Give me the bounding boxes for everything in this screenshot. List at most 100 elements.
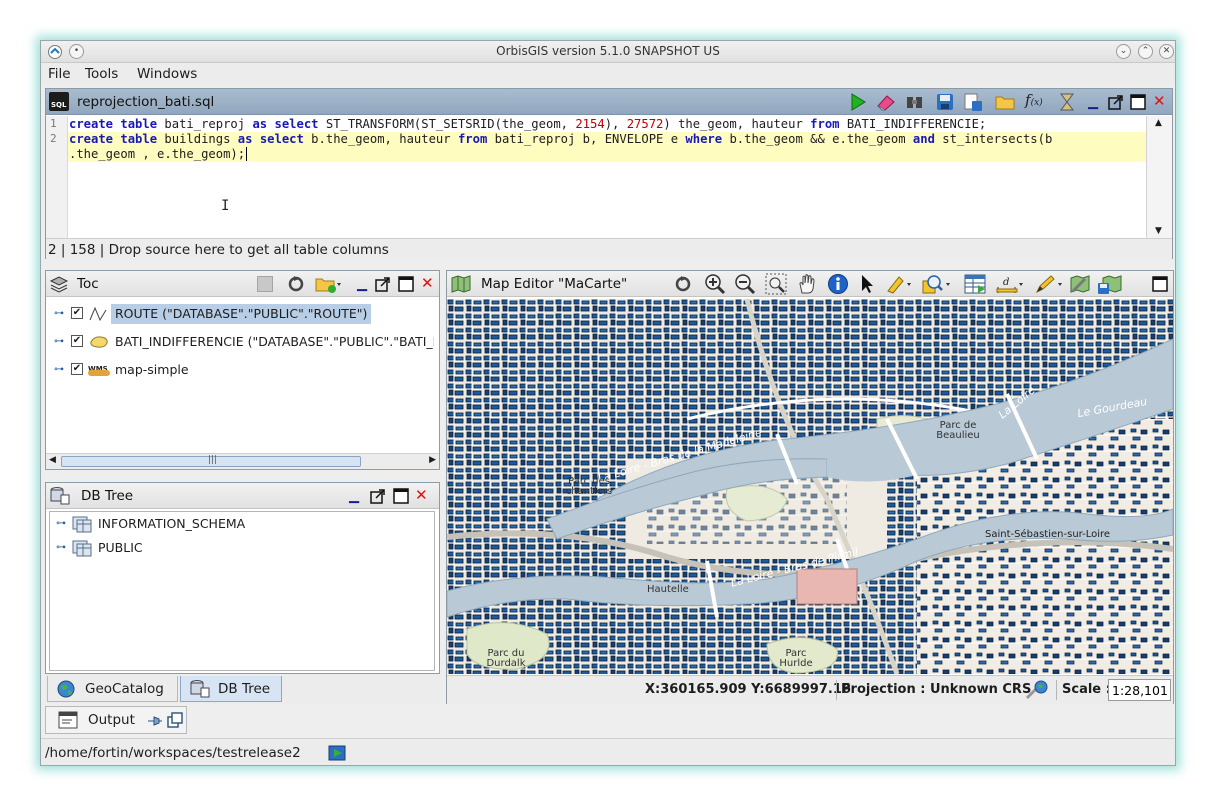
- pan-hand-icon[interactable]: [796, 273, 818, 295]
- db-tree-title: DB Tree: [81, 488, 134, 504]
- layer-label: ROUTE ("DATABASE"."PUBLIC"."ROUTE"): [111, 304, 372, 324]
- layer-visibility-checkbox[interactable]: ✔: [71, 363, 83, 375]
- tree-expand-icon[interactable]: ⊶: [54, 360, 64, 380]
- tab-output[interactable]: Output: [45, 706, 187, 734]
- close-panel-icon[interactable]: ✕: [415, 486, 428, 504]
- tab-geocatalog[interactable]: GeoCatalog: [47, 676, 178, 702]
- maximize-panel-icon[interactable]: [393, 488, 409, 504]
- toc-layer-map-simple[interactable]: ⊶ ✔ WMS map-simple: [54, 360, 434, 380]
- toc-horizontal-scrollbar[interactable]: ◀ ||| ▶: [46, 453, 439, 469]
- map-editor-panel: Map Editor "MaCarte" d La Loire - Bras d…: [446, 270, 1174, 704]
- toc-title: Toc: [77, 276, 99, 292]
- map-svg: [447, 299, 1173, 674]
- map-scale-label: Scale :: [1062, 682, 1111, 697]
- toc-layer-bati[interactable]: ⊶ ✔ BATI_INDIFFERENCIE ("DATABASE"."PUBL…: [54, 332, 434, 352]
- menu-file[interactable]: File: [48, 66, 71, 82]
- map-label: Parc de Beaulieu: [936, 420, 980, 441]
- db-schema-label: PUBLIC: [98, 540, 143, 555]
- refresh-icon[interactable]: [286, 275, 306, 293]
- tree-expand-icon[interactable]: ⊶: [56, 538, 66, 558]
- eraser-icon[interactable]: [875, 92, 897, 112]
- close-button[interactable]: ✕: [1159, 44, 1174, 59]
- minimize-panel-icon[interactable]: ▁: [349, 489, 359, 504]
- maximize-panel-icon[interactable]: [398, 276, 414, 292]
- tree-expand-icon[interactable]: ⊶: [54, 304, 64, 324]
- layer-visibility-checkbox[interactable]: ✔: [71, 307, 83, 319]
- close-panel-icon[interactable]: ✕: [421, 274, 434, 292]
- toc-layer-route[interactable]: ⊶ ✔ ROUTE ("DATABASE"."PUBLIC"."ROUTE"): [54, 304, 434, 324]
- map-label: Saint-Sébastien-sur-Loire: [985, 529, 1111, 540]
- minimize-button[interactable]: ⌄: [1116, 44, 1131, 59]
- zoom-out-icon[interactable]: [734, 273, 756, 295]
- layer-visibility-checkbox[interactable]: ✔: [71, 335, 83, 347]
- editor-vertical-scrollbar[interactable]: ▲ ▼: [1146, 116, 1172, 238]
- zoom-in-icon[interactable]: [704, 273, 726, 295]
- attribute-table-icon[interactable]: [963, 273, 987, 295]
- tree-expand-icon[interactable]: ⊶: [56, 514, 66, 534]
- tab-geocatalog-label: GeoCatalog: [85, 681, 164, 697]
- sql-file-icon: SQL: [49, 92, 69, 111]
- code-line: create table bati_reproj as select ST_TR…: [69, 117, 987, 131]
- open-folder-icon[interactable]: [994, 92, 1016, 112]
- maximize-button[interactable]: ⌃: [1138, 44, 1153, 59]
- change-workspace-icon[interactable]: [328, 744, 348, 762]
- save-as-icon[interactable]: [962, 92, 984, 112]
- info-icon[interactable]: [827, 273, 849, 295]
- tree-expand-icon[interactable]: ⊶: [54, 332, 64, 352]
- menu-bar: File Tools Windows: [41, 63, 1175, 85]
- wms-badge: WMS: [88, 365, 108, 373]
- map-status-bar: X:360165.909 Y:6689997.16 Projection : U…: [447, 675, 1173, 704]
- refresh-icon[interactable]: [673, 275, 693, 293]
- sql-editor-panel: SQL reprojection_bati.sql f(x) ▁ ✕ 1 2 c…: [45, 88, 1173, 260]
- undock-icon[interactable]: [375, 276, 391, 292]
- map-projection: Projection : Unknown CRS: [841, 682, 1032, 697]
- minimize-panel-icon[interactable]: ▁: [357, 277, 367, 292]
- database-icon: [50, 487, 70, 505]
- map-editor-header: Map Editor "MaCarte" d: [447, 271, 1173, 297]
- select-arrow-icon[interactable]: [858, 273, 876, 295]
- map-tools-icon[interactable]: [1069, 273, 1093, 295]
- find-icon[interactable]: [904, 92, 926, 112]
- maximize-panel-icon[interactable]: [1152, 276, 1168, 292]
- wms-layer-icon: WMS: [88, 362, 110, 378]
- close-panel-icon[interactable]: ✕: [1153, 92, 1166, 110]
- sql-status-bar: 2 | 158 | Drop source here to get all ta…: [46, 238, 1172, 260]
- sql-code-editor[interactable]: 1 2 create table bati_reproj as select S…: [46, 116, 1146, 238]
- save-map-icon[interactable]: [1097, 273, 1123, 295]
- stop-icon[interactable]: [257, 276, 273, 292]
- function-icon[interactable]: f(x): [1025, 91, 1043, 109]
- save-icon[interactable]: [935, 92, 955, 112]
- pin-icon[interactable]: [147, 714, 163, 728]
- undock-icon[interactable]: [1108, 94, 1124, 110]
- title-bar: • OrbisGIS version 5.1.0 SNAPSHOT US ⌄ ⌃…: [41, 41, 1175, 63]
- console-icon: [58, 711, 78, 729]
- edit-pencil-icon[interactable]: [1034, 273, 1066, 295]
- map-canvas[interactable]: La Loire - Bras de la Madeleine La Loire…: [447, 299, 1173, 674]
- left-bottom-tabs: GeoCatalog DB Tree: [45, 674, 440, 704]
- map-label: Parc des chantiers: [565, 476, 613, 497]
- layer-label: map-simple: [115, 362, 189, 377]
- menu-windows[interactable]: Windows: [137, 66, 197, 82]
- float-window-icon[interactable]: [167, 712, 183, 728]
- zoom-extent-icon[interactable]: [765, 273, 787, 295]
- line-number: 2: [50, 132, 57, 145]
- sql-editor-title: reprojection_bati.sql: [77, 94, 215, 110]
- run-icon[interactable]: [848, 92, 868, 112]
- svg-text:d: d: [1003, 277, 1009, 288]
- projection-globe-icon[interactable]: [1024, 679, 1050, 701]
- add-folder-icon[interactable]: [314, 274, 342, 294]
- menu-tools[interactable]: Tools: [85, 66, 118, 82]
- db-schema-item[interactable]: ⊶ INFORMATION_SCHEMA: [56, 514, 356, 534]
- maximize-panel-icon[interactable]: [1130, 94, 1146, 110]
- toc-panel: Toc ▁ ✕ ⊶ ✔ ROUTE ("DATABASE"."PUBLIC"."…: [45, 270, 440, 470]
- zoom-selection-icon[interactable]: [922, 273, 954, 295]
- db-schema-item[interactable]: ⊶ PUBLIC: [56, 538, 356, 558]
- hourglass-icon[interactable]: [1058, 92, 1076, 112]
- clear-selection-icon[interactable]: [885, 273, 915, 295]
- measure-icon[interactable]: d: [995, 273, 1027, 295]
- map-scale-input[interactable]: [1108, 679, 1171, 701]
- minimize-panel-icon[interactable]: ▁: [1088, 95, 1098, 110]
- tab-db-tree[interactable]: DB Tree: [180, 676, 282, 702]
- code-line: .the_geom , e.the_geom);: [68, 147, 1146, 162]
- undock-icon[interactable]: [370, 488, 386, 504]
